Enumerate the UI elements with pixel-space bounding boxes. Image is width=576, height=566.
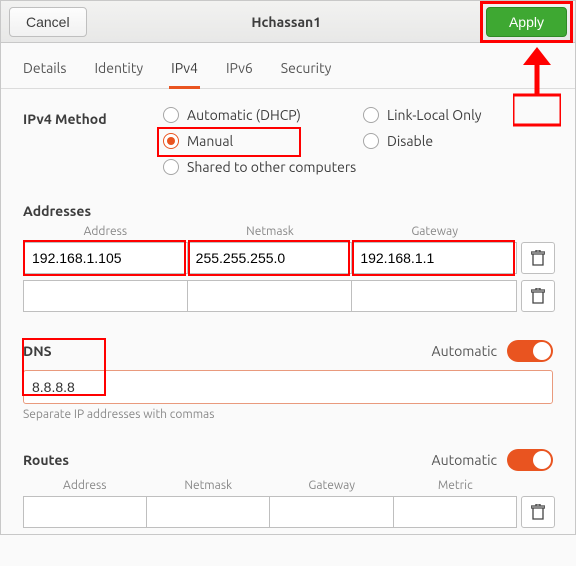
col-metric: Metric [394,475,518,496]
dns-input[interactable] [23,370,553,404]
delete-route-button[interactable] [521,496,555,528]
routes-row [23,496,553,528]
radio-dot-icon [363,133,379,149]
radio-link-local[interactable]: Link-Local Only [363,107,553,123]
dns-cell [23,362,553,404]
trash-icon [531,250,545,266]
dns-title: DNS [23,343,52,359]
radio-dot-icon [363,107,379,123]
addresses-title: Addresses [23,203,553,219]
addresses-table: Address Netmask Gateway [23,221,553,312]
content: IPv4 Method Automatic (DHCP) Link-Local … [1,89,575,534]
dns-automatic-toggle-wrap: Automatic [432,340,553,362]
address-input[interactable] [23,242,188,274]
route-netmask-input[interactable] [147,496,271,528]
apply-wrap: Apply [486,7,567,37]
trash-icon [531,504,545,520]
radio-disable[interactable]: Disable [363,133,553,149]
ipv4-method-section: IPv4 Method Automatic (DHCP) Link-Local … [23,107,553,175]
ipv4-method-label: IPv4 Method [23,107,163,127]
addresses-header: Address Netmask Gateway [23,221,553,242]
col-netmask: Netmask [188,221,353,242]
tab-details[interactable]: Details [23,60,66,88]
gateway-input[interactable] [352,280,517,312]
radio-label: Link-Local Only [387,107,482,123]
radio-label: Automatic (DHCP) [187,107,301,123]
col-address: Address [23,221,188,242]
routes-automatic-switch[interactable] [507,449,553,471]
col-gateway: Gateway [270,475,394,496]
radio-label: Disable [387,133,433,149]
route-address-input[interactable] [23,496,147,528]
delete-row-button[interactable] [521,280,555,312]
col-gateway: Gateway [352,221,517,242]
routes-automatic-label: Automatic [432,452,497,468]
dns-automatic-switch[interactable] [507,340,553,362]
gateway-input[interactable] [352,242,517,274]
address-row [23,280,553,312]
ipv4-method-options: Automatic (DHCP) Link-Local Only Manual … [163,107,553,175]
delete-row-button[interactable] [521,242,555,274]
netmask-input[interactable] [188,280,353,312]
routes-table: Address Netmask Gateway Metric [23,475,553,528]
window-title: Hchassan1 [251,14,321,30]
titlebar: Cancel Hchassan1 Apply [1,1,575,43]
radio-shared[interactable]: Shared to other computers [163,159,553,175]
dns-helper: Separate IP addresses with commas [23,408,553,421]
network-settings-window: Cancel Hchassan1 Apply Details Identity … [0,0,576,535]
dns-automatic-label: Automatic [432,343,497,359]
routes-automatic-toggle-wrap: Automatic [432,449,553,471]
radio-dot-icon [163,159,179,175]
address-row [23,242,553,274]
tab-identity[interactable]: Identity [94,60,143,88]
tab-bar: Details Identity IPv4 IPv6 Security [1,43,575,89]
radio-dot-icon [163,107,179,123]
tab-ipv6[interactable]: IPv6 [226,60,253,88]
trash-icon [531,288,545,304]
col-address: Address [23,475,147,496]
apply-button[interactable]: Apply [486,7,567,37]
route-gateway-input[interactable] [270,496,394,528]
tab-security[interactable]: Security [281,60,332,88]
dns-header: DNS Automatic [23,340,553,362]
radio-label: Shared to other computers [187,159,356,175]
routes-title: Routes [23,452,69,468]
netmask-input[interactable] [188,242,353,274]
radio-manual[interactable]: Manual [163,133,353,149]
radio-label: Manual [187,133,233,149]
address-input[interactable] [23,280,188,312]
routes-header-row: Address Netmask Gateway Metric [23,475,553,496]
cancel-button[interactable]: Cancel [9,7,87,37]
col-netmask: Netmask [147,475,271,496]
route-metric-input[interactable] [394,496,518,528]
tab-ipv4[interactable]: IPv4 [171,60,198,88]
routes-header: Routes Automatic [23,449,553,471]
radio-dot-icon [163,133,179,149]
radio-automatic-dhcp[interactable]: Automatic (DHCP) [163,107,353,123]
